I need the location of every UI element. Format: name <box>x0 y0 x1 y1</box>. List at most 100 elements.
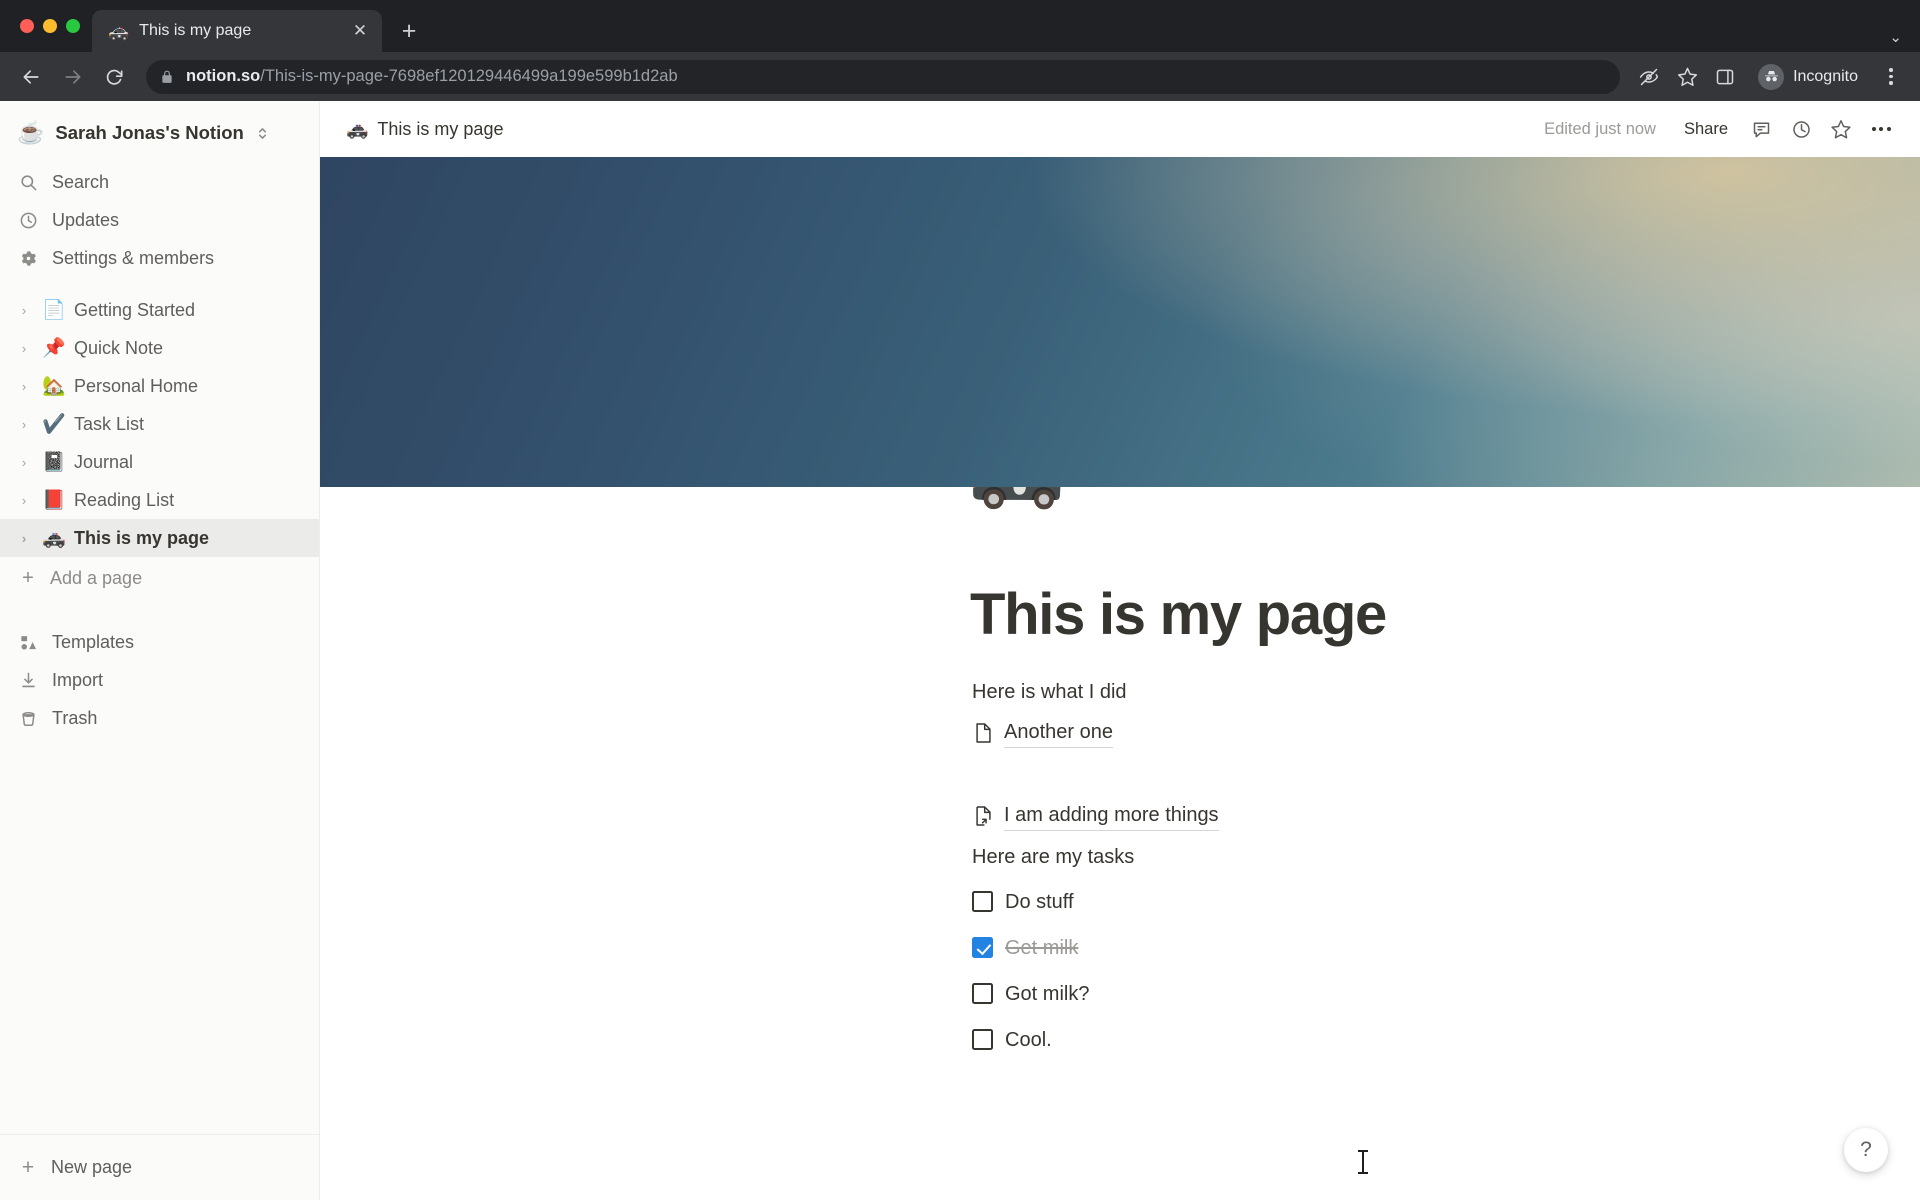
sidebar-page-task-list[interactable]: › ✔️ Task List <box>0 405 319 443</box>
url-domain: notion.so <box>186 67 261 85</box>
new-tab-button[interactable]: + <box>392 14 426 48</box>
chevron-updown-icon <box>257 125 268 142</box>
page-emoji-icon: 🏡 <box>42 375 66 397</box>
reload-icon <box>106 69 123 85</box>
chevron-right-icon[interactable]: › <box>14 303 34 318</box>
sidebar-page-tree: › 📄 Getting Started › 📌 Quick Note › 🏡 P… <box>0 291 319 597</box>
share-button[interactable]: Share <box>1674 114 1738 145</box>
sidebar-page-quick-note[interactable]: › 📌 Quick Note <box>0 329 319 367</box>
todo-label: Cool. <box>1005 1028 1052 1051</box>
sidebar-item-label: Updates <box>52 209 120 230</box>
paragraph-block[interactable]: Here is what I did <box>970 674 1920 710</box>
empty-block[interactable] <box>970 756 1920 796</box>
browser-window: 🚓 This is my page ✕ + ⌄ notion.so/This-i… <box>0 0 1920 1200</box>
tab-favicon-icon: 🚓 <box>108 21 130 41</box>
todo-item[interactable]: Do stuff <box>970 879 1920 925</box>
url-path: /This-is-my-page-7698ef120129446499a199e… <box>260 67 678 85</box>
favorite-button[interactable] <box>1824 112 1858 146</box>
minimize-window-button[interactable] <box>43 19 57 33</box>
page-emoji-icon: ✔️ <box>42 413 66 435</box>
page-history-button[interactable] <box>1784 112 1818 146</box>
page-document: This is my page Here is what I did Anoth… <box>320 487 1920 1063</box>
forward-button[interactable] <box>56 60 90 94</box>
eye-slash-icon <box>1639 68 1659 85</box>
add-a-page-label: Add a page <box>50 567 143 588</box>
sidebar-page-this-is-my-page[interactable]: › 🚓 This is my page <box>0 519 319 557</box>
back-arrow-icon <box>23 69 39 84</box>
close-tab-button[interactable]: ✕ <box>348 19 372 43</box>
todo-checkbox[interactable] <box>972 937 993 959</box>
todo-label: Get milk <box>1005 936 1079 959</box>
page-icon-emoji[interactable]: 🚓 <box>968 487 1065 505</box>
breadcrumb[interactable]: 🚓 This is my page <box>346 119 503 140</box>
forward-arrow-icon <box>65 69 81 84</box>
sidebar-item-templates[interactable]: Templates <box>0 623 319 661</box>
todo-checkbox[interactable] <box>972 891 993 913</box>
page-emoji-icon: 📓 <box>42 451 66 473</box>
todo-checkbox[interactable] <box>972 1029 993 1051</box>
sidebar-page-reading-list[interactable]: › 📕 Reading List <box>0 481 319 519</box>
sidebar-item-import[interactable]: Import <box>0 661 319 699</box>
sidebar-page-label: Journal <box>74 451 134 472</box>
sidebar-quick-actions: Search Updates Settings & members <box>0 159 319 277</box>
sidebar-item-trash[interactable]: Trash <box>0 699 319 737</box>
sidebar-utilities: Templates Import Trash <box>0 619 319 737</box>
page-more-menu-button[interactable] <box>1864 112 1898 146</box>
todo-item[interactable]: Get milk <box>970 925 1920 971</box>
todo-item[interactable]: Cool. <box>970 1017 1920 1063</box>
url-text: notion.so/This-is-my-page-7698ef12012944… <box>186 67 678 86</box>
browser-toolbar: notion.so/This-is-my-page-7698ef12012944… <box>0 52 1920 101</box>
chevron-right-icon[interactable]: › <box>14 379 34 394</box>
page-title[interactable]: This is my page <box>970 582 1920 648</box>
sidebar-page-personal-home[interactable]: › 🏡 Personal Home <box>0 367 319 405</box>
chevron-right-icon[interactable]: › <box>14 341 34 356</box>
incognito-profile-button[interactable]: Incognito <box>1752 60 1872 94</box>
todo-label: Got milk? <box>1005 982 1090 1005</box>
bookmark-button[interactable] <box>1670 60 1704 94</box>
third-party-cookie-blocked-button[interactable] <box>1632 60 1666 94</box>
todo-checkbox[interactable] <box>972 983 993 1005</box>
star-icon <box>1677 67 1697 86</box>
comment-icon <box>1753 121 1769 137</box>
chevron-right-icon[interactable]: › <box>14 455 34 470</box>
help-button[interactable]: ? <box>1844 1128 1888 1172</box>
reload-button[interactable] <box>98 60 132 94</box>
sidebar-page-label: Task List <box>74 413 145 434</box>
close-window-button[interactable] <box>20 19 34 33</box>
page-with-arrow-icon <box>972 805 994 827</box>
side-panel-button[interactable] <box>1708 60 1742 94</box>
page-link-another-one[interactable]: Another one <box>970 713 1920 753</box>
sidebar-item-label: Import <box>52 669 104 690</box>
page-link-label: Another one <box>1004 718 1113 749</box>
sidebar-page-getting-started[interactable]: › 📄 Getting Started <box>0 291 319 329</box>
page-cover-image[interactable] <box>320 157 1920 487</box>
trash-icon <box>17 709 39 728</box>
add-a-page-button[interactable]: + Add a page <box>0 559 319 597</box>
browser-tab[interactable]: 🚓 This is my page ✕ <box>92 10 382 52</box>
page-link-i-am-adding-more-things[interactable]: I am adding more things <box>970 796 1920 836</box>
chevron-right-icon[interactable]: › <box>14 417 34 432</box>
breadcrumb-title: This is my page <box>377 118 504 139</box>
sidebar-item-updates[interactable]: Updates <box>0 201 319 239</box>
sidebar-item-search[interactable]: Search <box>0 163 319 201</box>
comment-button[interactable] <box>1744 112 1778 146</box>
paragraph-block[interactable]: Here are my tasks <box>970 839 1920 875</box>
browser-menu-button[interactable] <box>1876 60 1906 94</box>
workspace-switcher[interactable]: ☕ Sarah Jonas's Notion <box>0 107 319 159</box>
new-page-button[interactable]: + New page <box>0 1134 319 1200</box>
back-button[interactable] <box>14 60 48 94</box>
sidebar-item-label: Settings & members <box>52 247 215 268</box>
sidebar-page-journal[interactable]: › 📓 Journal <box>0 443 319 481</box>
blank-page-icon <box>972 722 994 744</box>
page-emoji-icon: 📌 <box>42 337 66 359</box>
todo-item[interactable]: Got milk? <box>970 971 1920 1017</box>
tab-strip-right-controls: ⌄ <box>1889 28 1920 52</box>
tab-search-chevron-down-icon[interactable]: ⌄ <box>1889 28 1902 46</box>
sidebar-item-settings-members[interactable]: Settings & members <box>0 239 319 277</box>
page-content-scroll: 🚓 This is my page Here is what I did Ano… <box>320 487 1920 1200</box>
address-bar[interactable]: notion.so/This-is-my-page-7698ef12012944… <box>146 59 1621 94</box>
chevron-right-icon[interactable]: › <box>14 493 34 508</box>
maximize-window-button[interactable] <box>66 19 80 33</box>
chevron-right-icon[interactable]: › <box>14 531 34 546</box>
page-viewport: ☕ Sarah Jonas's Notion Search Updates Se… <box>0 101 1920 1200</box>
